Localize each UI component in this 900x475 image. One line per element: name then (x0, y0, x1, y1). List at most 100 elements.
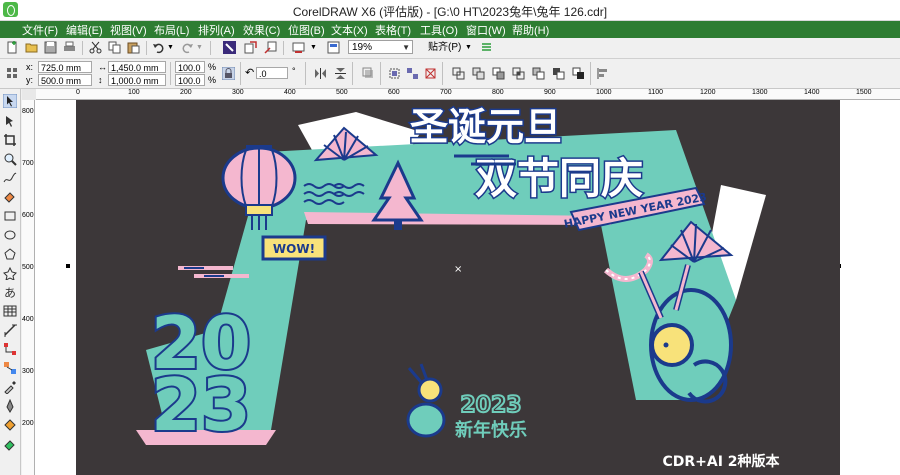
horizontal-ruler[interactable]: 0 100 200 300 400 500 600 700 800 900 10… (36, 89, 900, 100)
group-icon[interactable] (388, 67, 401, 80)
x-position-label: x: (26, 62, 34, 72)
headline-line-2[interactable]: 双节同庆 (473, 153, 644, 205)
ungroup-all-icon[interactable] (424, 67, 437, 80)
rectangle-tool-icon[interactable] (3, 209, 17, 223)
copy-icon[interactable] (108, 41, 121, 54)
menu-effects[interactable]: 效果(C) (243, 22, 280, 38)
menu-help[interactable]: 帮助(H) (512, 22, 549, 38)
ruler-tick: 600 (388, 89, 400, 96)
redo-icon[interactable] (181, 41, 194, 54)
open-folder-icon[interactable] (25, 41, 38, 54)
basic-shapes-tool-icon[interactable] (3, 266, 17, 280)
menu-text[interactable]: 文本(X) (331, 22, 368, 38)
small-year-text[interactable]: 2023 (459, 392, 522, 419)
menu-layout[interactable]: 布局(L) (154, 22, 189, 38)
standard-toolbar: ▼ ▼ ▼ 19% ▼ 贴齐(P) ▼ (0, 38, 900, 59)
selection-handle-left[interactable] (66, 264, 70, 268)
fill-tool-icon[interactable] (3, 418, 17, 432)
snap-dropdown-icon[interactable]: ▼ (465, 41, 472, 54)
eyedropper-tool-icon[interactable] (3, 380, 17, 394)
zoom-level-select[interactable]: 19% ▼ (348, 40, 413, 54)
shape-tool-icon[interactable] (3, 114, 17, 128)
wow-text[interactable]: WOW! (273, 242, 315, 256)
year-digits-bottom[interactable]: 23 (149, 361, 253, 449)
options-icon[interactable] (480, 41, 493, 54)
back-minus-front-icon[interactable] (572, 67, 585, 80)
save-icon[interactable] (44, 41, 57, 54)
crop-tool-icon[interactable] (3, 133, 17, 147)
connector-tool-icon[interactable] (3, 342, 17, 356)
mirror-vertical-icon[interactable] (334, 67, 347, 80)
smart-fill-tool-icon[interactable] (3, 190, 17, 204)
ungroup-icon[interactable] (406, 67, 419, 80)
snap-to-button[interactable]: 贴齐(P) (428, 41, 461, 54)
width-field[interactable]: 1,450.0 mm (108, 61, 166, 73)
ruler-tick: 100 (128, 89, 140, 96)
redo-dropdown-icon[interactable]: ▼ (196, 41, 203, 54)
simplify-icon[interactable] (532, 67, 545, 80)
trim-icon[interactable] (492, 67, 505, 80)
menu-file[interactable]: 文件(F) (22, 22, 58, 38)
artboard-page[interactable]: 圣诞元旦 双节同庆 HAPPY NEW YEAR 2023 WOW! 20 23… (76, 100, 840, 475)
lock-ratio-icon[interactable] (222, 67, 235, 80)
combine-icon[interactable] (452, 67, 465, 80)
ruler-tick: 1200 (700, 89, 716, 96)
svg-text:あ: あ (4, 286, 16, 299)
pick-tool-icon[interactable] (3, 94, 17, 108)
text-tool-icon[interactable]: あ (3, 285, 17, 299)
rotation-angle-field[interactable]: .0 (256, 67, 288, 79)
menu-window[interactable]: 窗口(W) (466, 22, 506, 38)
cut-icon[interactable] (89, 41, 102, 54)
mirror-horizontal-icon[interactable] (314, 67, 327, 80)
scale-y-field[interactable]: 100.0 (175, 74, 205, 86)
export-icon[interactable] (264, 41, 277, 54)
scale-x-field[interactable]: 100.0 (175, 61, 205, 73)
menu-view[interactable]: 视图(V) (110, 22, 147, 38)
weld-icon[interactable] (472, 67, 485, 80)
welcome-screen-icon[interactable] (327, 41, 340, 54)
scale-y-percent: % (208, 75, 217, 85)
interactive-fill-tool-icon[interactable] (3, 437, 17, 451)
new-document-icon[interactable] (6, 41, 19, 54)
blend-tool-icon[interactable] (3, 361, 17, 375)
tree-trunk (394, 220, 402, 230)
print-icon[interactable] (63, 41, 76, 54)
application-launcher-icon[interactable] (292, 41, 305, 54)
launcher-dropdown-icon[interactable]: ▼ (310, 41, 317, 54)
ruler-origin[interactable] (22, 89, 36, 100)
outline-pen-tool-icon[interactable] (3, 399, 17, 413)
ellipse-tool-icon[interactable] (3, 228, 17, 242)
menu-arrange[interactable]: 排列(A) (198, 22, 235, 38)
polygon-tool-icon[interactable] (3, 247, 17, 261)
small-caption-text[interactable]: 新年快乐 (455, 419, 527, 441)
ruler-tick: 500 (336, 89, 348, 96)
menu-table[interactable]: 表格(T) (375, 22, 411, 38)
vertical-ruler[interactable]: 800 700 600 500 400 300 200 (22, 100, 35, 475)
dimension-tool-icon[interactable] (3, 323, 17, 337)
ruler-tick: 400 (22, 316, 34, 323)
ruler-tick: 1400 (804, 89, 820, 96)
headline-line-1[interactable]: 圣诞元旦 (408, 104, 563, 151)
menu-edit[interactable]: 编辑(E) (66, 22, 103, 38)
import-icon[interactable] (244, 41, 257, 54)
x-position-field[interactable]: 725.0 mm (38, 61, 92, 73)
page-size-presets-icon[interactable] (6, 67, 19, 80)
menu-bitmaps[interactable]: 位图(B) (288, 22, 325, 38)
undo-dropdown-icon[interactable]: ▼ (167, 41, 174, 54)
intersect-icon[interactable] (512, 67, 525, 80)
undo-icon[interactable] (152, 41, 165, 54)
y-position-field[interactable]: 500.0 mm (38, 74, 92, 86)
paste-icon[interactable] (127, 41, 140, 54)
front-minus-back-icon[interactable] (552, 67, 565, 80)
arch-artwork[interactable]: 圣诞元旦 双节同庆 HAPPY NEW YEAR 2023 WOW! 20 23… (76, 100, 840, 475)
align-distribute-icon[interactable] (596, 67, 609, 80)
quick-trace-icon[interactable] (362, 67, 375, 80)
search-content-icon[interactable] (223, 41, 236, 54)
ruler-tick: 700 (440, 89, 452, 96)
ruler-tick: 1300 (752, 89, 768, 96)
menu-tools[interactable]: 工具(O) (420, 22, 458, 38)
freehand-tool-icon[interactable] (3, 171, 17, 185)
height-field[interactable]: 1,000.0 mm (108, 74, 166, 86)
zoom-tool-icon[interactable] (3, 152, 17, 166)
table-tool-icon[interactable] (3, 304, 17, 318)
